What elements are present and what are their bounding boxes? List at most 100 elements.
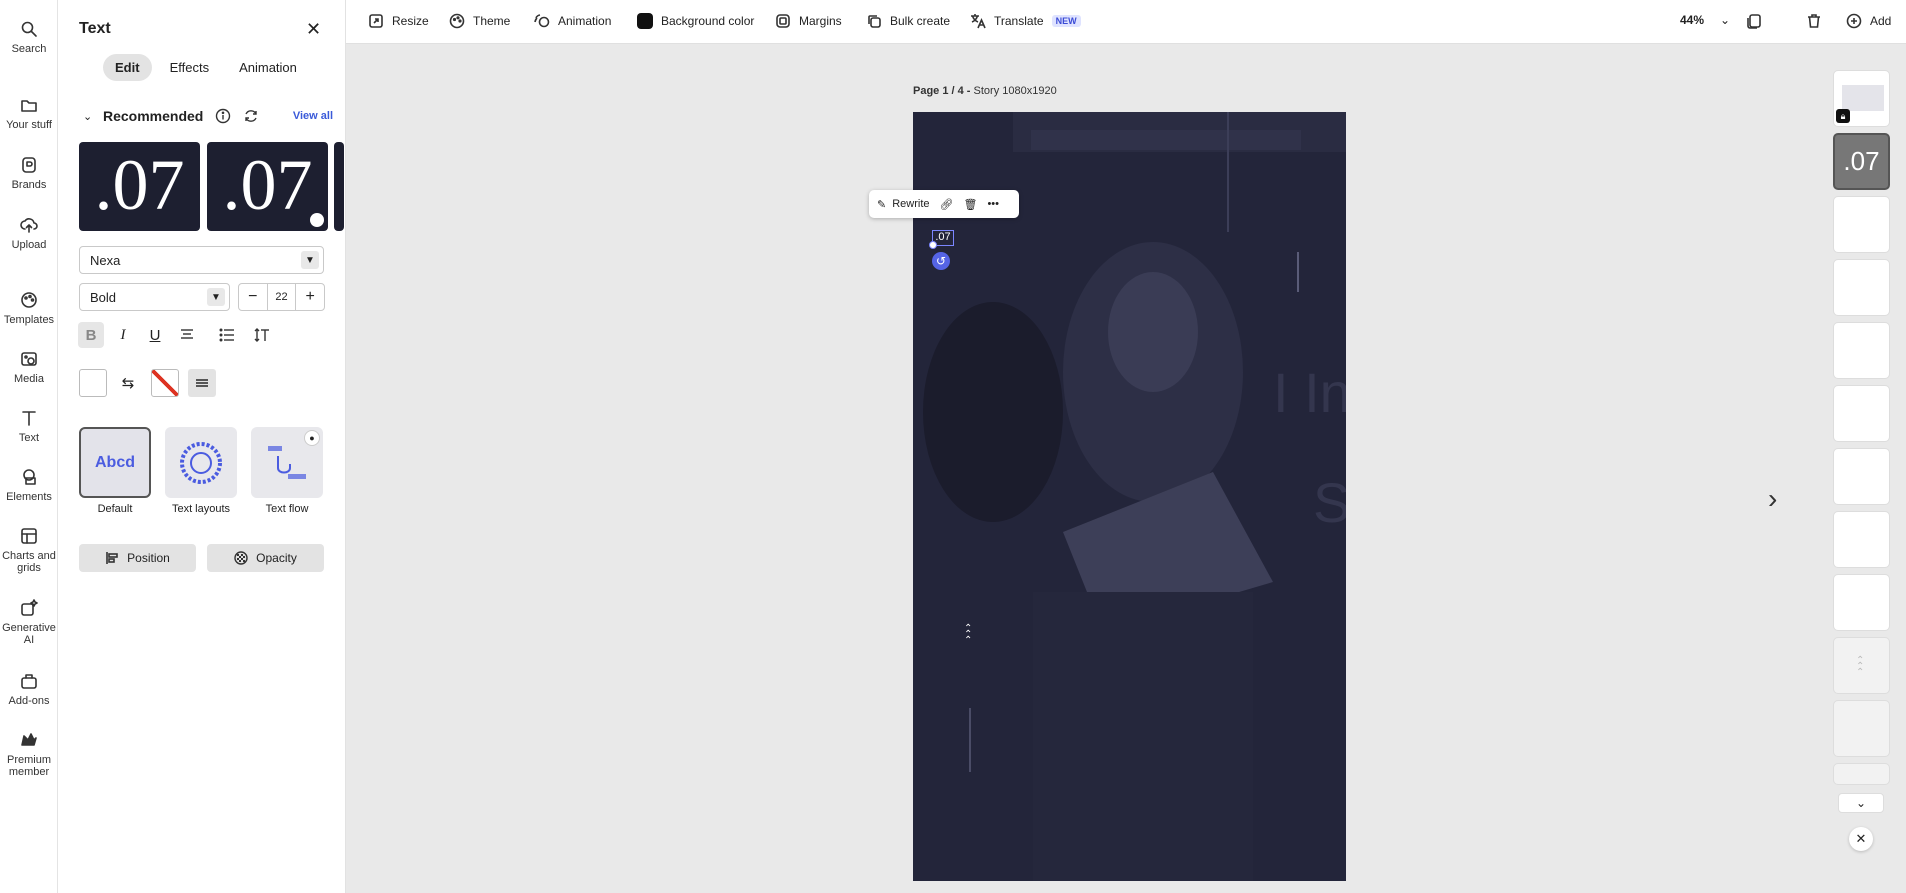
story-artboard[interactable]: I In S .07 ↺ ⌃ ⌃ ⌃ [913, 112, 1346, 881]
rail-generative-ai[interactable]: Generative AI [0, 599, 58, 646]
page-thumbnail[interactable]: ⌃ ⌃ ⌃ [1833, 637, 1890, 694]
weight-value: Bold [90, 289, 117, 305]
rewrite-button[interactable]: ✎ Rewrite [877, 198, 930, 211]
background-color-button[interactable]: Background color [637, 13, 754, 29]
bulk-create-label: Bulk create [890, 14, 951, 28]
page-thumbnail[interactable] [1833, 574, 1890, 631]
delete-page-button[interactable] [1806, 13, 1822, 29]
translate-label: Translate [994, 14, 1044, 28]
add-page-button[interactable]: Add [1846, 13, 1891, 29]
bold-button[interactable]: B [78, 322, 104, 348]
page-thumbnail[interactable] [1833, 511, 1890, 568]
increase-size-button[interactable]: + [296, 288, 324, 306]
chevrons-up-icon: ⌃ ⌃ ⌃ [964, 623, 973, 646]
thumbnail-image [1842, 85, 1884, 111]
photo-background: I In S [913, 112, 1346, 881]
text-preset[interactable]: .07 [79, 142, 200, 231]
trash-icon[interactable]: 🗑︎ [963, 198, 977, 211]
rail-charts[interactable]: Charts and grids [0, 527, 58, 574]
link-icon[interactable]: 🔗︎ [940, 198, 954, 211]
animation-button[interactable]: Animation [534, 13, 611, 29]
resize-button[interactable]: Resize [368, 13, 429, 29]
charts-icon [21, 528, 37, 544]
rail-media[interactable]: Media [0, 350, 58, 385]
rail-elements[interactable]: Elements [0, 468, 58, 503]
page-thumbnail[interactable] [1833, 196, 1890, 253]
page-thumbnail[interactable] [1833, 763, 1890, 785]
rail-text[interactable]: Text [0, 409, 58, 444]
tab-edit[interactable]: Edit [103, 54, 152, 81]
page-thumbnail[interactable] [1833, 259, 1890, 316]
translate-button[interactable]: Translate NEW [970, 13, 1081, 29]
highlight-none-swatch[interactable] [151, 369, 179, 397]
tab-animation[interactable]: Animation [227, 54, 309, 81]
rail-premium[interactable]: Premium member [0, 731, 58, 778]
chevron-right-icon[interactable]: › [1768, 483, 1777, 515]
page-thumbnail[interactable] [1833, 448, 1890, 505]
opacity-button[interactable]: Opacity [207, 544, 324, 572]
decrease-size-button[interactable]: − [239, 288, 267, 306]
text-preset[interactable]: .07 [207, 142, 328, 231]
font-value: Nexa [90, 252, 121, 268]
rewrite-label: Rewrite [892, 198, 930, 210]
add-label: Add [1870, 14, 1892, 28]
align-center-icon[interactable] [174, 322, 200, 348]
page-thumbnail-active[interactable]: .07 [1833, 133, 1890, 190]
theme-button[interactable]: Theme [449, 13, 510, 29]
magic-pen-icon: ✎ [877, 198, 887, 211]
opacity-label: Opacity [256, 551, 297, 565]
scroll-down-button[interactable]: ⌄ [1838, 793, 1884, 813]
rail-templates[interactable]: Templates [0, 291, 58, 326]
view-all-link[interactable]: View all [293, 110, 333, 122]
rail-label: Your stuff [6, 119, 52, 131]
text-preset[interactable] [334, 142, 344, 231]
italic-button[interactable]: I [110, 322, 136, 348]
tab-effects[interactable]: Effects [158, 54, 222, 81]
more-options-icon[interactable] [188, 369, 216, 397]
pages-icon [1747, 14, 1761, 29]
templates-icon [21, 292, 37, 308]
style-text-flow[interactable]: ● [251, 427, 323, 498]
position-button[interactable]: Position [79, 544, 196, 572]
more-icon[interactable]: ••• [987, 198, 999, 210]
swap-colors-icon[interactable]: ⇆ [115, 370, 141, 396]
text-color-swatch[interactable] [79, 369, 107, 397]
refresh-icon[interactable] [243, 108, 259, 124]
page-thumbnail[interactable] [1833, 322, 1890, 379]
style-label: Default [97, 503, 133, 515]
font-select[interactable]: Nexa ▼ [79, 246, 324, 274]
resize-handle[interactable] [929, 241, 937, 249]
info-icon[interactable] [215, 108, 231, 124]
background-color-label: Background color [661, 14, 755, 28]
thumbnail-text: .07 [1843, 146, 1880, 176]
margins-button[interactable]: Margins [775, 13, 842, 29]
palette-icon [449, 13, 465, 29]
rotate-handle-icon[interactable]: ↺ [932, 252, 950, 270]
rail-your-stuff[interactable]: Your stuff [0, 96, 58, 131]
page-thumbnail[interactable] [1833, 700, 1890, 757]
font-size-value[interactable]: 22 [266, 284, 297, 310]
close-icon[interactable]: ✕ [306, 20, 321, 38]
chevron-down-icon[interactable]: ⌄ [83, 110, 97, 123]
rail-search[interactable]: Search [0, 20, 58, 55]
line-spacing-icon[interactable] [249, 322, 275, 348]
page-size: Story 1080x1920 [970, 85, 1057, 97]
pages-button[interactable] [1746, 13, 1762, 29]
premium-badge-icon [310, 213, 324, 227]
rail-add-ons[interactable]: Add-ons [0, 672, 58, 707]
list-icon[interactable] [214, 322, 240, 348]
underline-button[interactable]: U [142, 322, 168, 348]
zoom-select[interactable]: 44% ⌄ [1680, 13, 1730, 27]
style-text-layouts[interactable] [165, 427, 237, 498]
text-panel: Text ✕ Edit Effects Animation ⌄ Recommen… [58, 0, 346, 893]
style-default[interactable]: Abcd [79, 427, 151, 498]
page-thumbnail[interactable]: 🔒︎ [1833, 70, 1890, 127]
page-thumbnail[interactable] [1833, 385, 1890, 442]
bulk-create-button[interactable]: Bulk create [866, 13, 950, 29]
weight-select[interactable]: Bold ▼ [79, 283, 230, 311]
resize-label: Resize [392, 14, 429, 28]
chevron-down-icon: ▼ [207, 288, 225, 306]
close-icon[interactable]: ✕ [1849, 827, 1873, 851]
rail-upload[interactable]: Upload [0, 216, 58, 251]
rail-brands[interactable]: Brands [0, 156, 58, 191]
